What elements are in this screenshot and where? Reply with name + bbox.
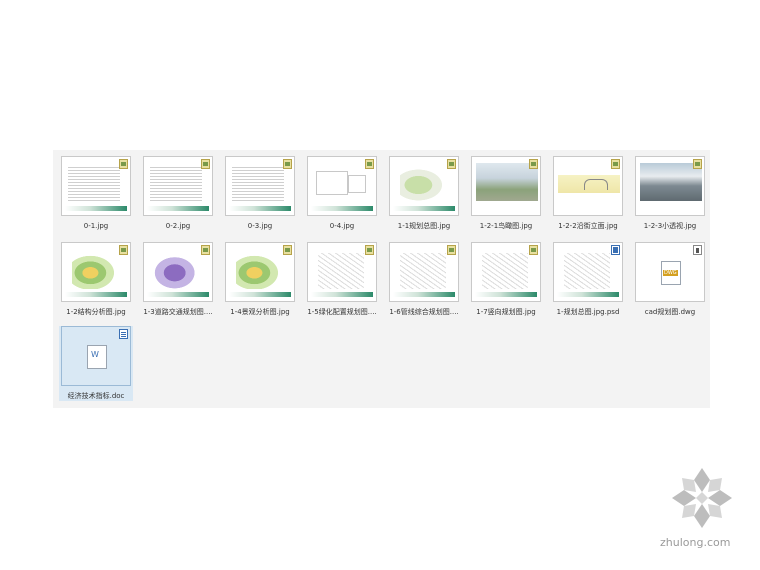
file-name-label: 经济技术指标.doc bbox=[67, 392, 125, 400]
file-thumbnail[interactable] bbox=[225, 156, 295, 216]
document-preview bbox=[232, 165, 284, 201]
footer-strip bbox=[311, 292, 373, 297]
file-name-label: 0-3.jpg bbox=[247, 222, 273, 230]
file-name-label: 1-1规划总图.jpg bbox=[397, 222, 451, 230]
file-item[interactable]: 1-4景观分析图.jpg bbox=[223, 242, 297, 317]
file-thumbnail[interactable] bbox=[471, 242, 541, 302]
file-thumbnail[interactable] bbox=[635, 242, 705, 302]
file-name-label: 1-4景观分析图.jpg bbox=[230, 308, 290, 316]
watermark-text: zhulong.com bbox=[660, 536, 731, 549]
image-type-icon bbox=[447, 245, 456, 255]
image-type-icon bbox=[201, 159, 210, 169]
file-item[interactable]: 1-2结构分析图.jpg bbox=[59, 242, 133, 317]
file-item[interactable]: 0-2.jpg bbox=[141, 156, 215, 231]
file-name-label: 0-4.jpg bbox=[329, 222, 355, 230]
document-preview bbox=[68, 165, 120, 201]
image-type-icon bbox=[119, 245, 128, 255]
footer-strip bbox=[229, 206, 291, 211]
file-item[interactable]: 1-7竖向规划图.jpg bbox=[469, 242, 543, 317]
footer-strip bbox=[65, 292, 127, 297]
footer-strip bbox=[147, 292, 209, 297]
file-item[interactable]: 1-2-2沿街立面.jpg bbox=[551, 156, 625, 231]
file-item[interactable]: 0-3.jpg bbox=[223, 156, 297, 231]
image-type-icon bbox=[365, 245, 374, 255]
site-plan-preview bbox=[400, 253, 446, 289]
file-thumbnail[interactable] bbox=[143, 156, 213, 216]
file-thumbnail[interactable] bbox=[471, 156, 541, 216]
footer-strip bbox=[557, 292, 619, 297]
file-thumbnail[interactable] bbox=[61, 156, 131, 216]
footer-strip bbox=[311, 206, 373, 211]
site-plan-preview bbox=[318, 253, 364, 289]
file-item[interactable]: 1-2-3小透视.jpg bbox=[633, 156, 707, 231]
file-explorer-pane[interactable]: 0-1.jpg 0-2.jpg 0-3.jpg 0-4.jpg 1-1规划总图.jpg 1… bbox=[53, 150, 710, 408]
file-thumbnail[interactable] bbox=[553, 242, 623, 302]
file-item[interactable]: 0-1.jpg bbox=[59, 156, 133, 231]
file-name-label: 0-1.jpg bbox=[83, 222, 109, 230]
file-name-label: 1-3道路交通规划图.... bbox=[143, 308, 213, 316]
file-name-label: 0-2.jpg bbox=[165, 222, 191, 230]
file-name-label: 1-7竖向规划图.jpg bbox=[476, 308, 536, 316]
file-item[interactable]: 1-3道路交通规划图.... bbox=[141, 242, 215, 317]
image-type-icon bbox=[529, 245, 538, 255]
site-plan-preview bbox=[400, 167, 446, 203]
site-plan-preview bbox=[482, 253, 528, 289]
file-name-label: 1-2-3小透视.jpg bbox=[643, 222, 697, 230]
file-name-label: 1-2-2沿街立面.jpg bbox=[558, 222, 618, 230]
file-item[interactable]: 经济技术指标.doc bbox=[59, 326, 133, 401]
file-name-label: 1-6管线综合规划图.... bbox=[389, 308, 459, 316]
file-thumbnail[interactable] bbox=[389, 156, 459, 216]
psd-type-icon bbox=[611, 245, 620, 255]
dwg-file-icon bbox=[661, 261, 681, 285]
file-item[interactable]: 1-规划总图.jpg.psd bbox=[551, 242, 625, 317]
file-name-label: 1-2结构分析图.jpg bbox=[66, 308, 126, 316]
word-document-icon bbox=[87, 345, 107, 369]
file-name-label: cad规划图.dwg bbox=[644, 308, 696, 316]
file-thumbnail[interactable] bbox=[143, 242, 213, 302]
footer-strip bbox=[393, 292, 455, 297]
file-item[interactable]: cad规划图.dwg bbox=[633, 242, 707, 317]
footer-strip bbox=[475, 292, 537, 297]
file-thumbnail[interactable] bbox=[225, 242, 295, 302]
image-type-icon bbox=[119, 159, 128, 169]
file-item[interactable]: 1-6管线综合规划图.... bbox=[387, 242, 461, 317]
file-thumbnail[interactable] bbox=[307, 156, 377, 216]
image-type-icon bbox=[693, 159, 702, 169]
site-plan-preview bbox=[564, 253, 610, 289]
image-type-icon bbox=[283, 159, 292, 169]
footer-strip bbox=[229, 292, 291, 297]
image-type-icon bbox=[201, 245, 210, 255]
image-type-icon bbox=[529, 159, 538, 169]
footer-strip bbox=[147, 206, 209, 211]
footer-strip bbox=[393, 206, 455, 211]
zhulong-logo-icon bbox=[672, 468, 732, 528]
image-type-icon bbox=[365, 159, 374, 169]
footer-strip bbox=[65, 206, 127, 211]
file-thumbnail[interactable] bbox=[61, 326, 131, 386]
file-item[interactable]: 1-5绿化配置规划图.... bbox=[305, 242, 379, 317]
file-thumbnail[interactable] bbox=[389, 242, 459, 302]
site-plan-preview bbox=[154, 253, 200, 289]
file-thumbnail[interactable] bbox=[553, 156, 623, 216]
file-name-label: 1-5绿化配置规划图.... bbox=[307, 308, 377, 316]
file-thumbnail[interactable] bbox=[61, 242, 131, 302]
file-name-label: 1-2-1鸟瞰图.jpg bbox=[479, 222, 533, 230]
file-thumbnail[interactable] bbox=[635, 156, 705, 216]
file-name-label: 1-规划总图.jpg.psd bbox=[556, 308, 620, 316]
file-thumbnail[interactable] bbox=[307, 242, 377, 302]
site-plan-preview bbox=[236, 253, 282, 289]
image-type-icon bbox=[611, 159, 620, 169]
document-preview bbox=[150, 165, 202, 201]
site-plan-preview bbox=[72, 253, 118, 289]
image-type-icon bbox=[447, 159, 456, 169]
cad-type-icon bbox=[693, 245, 702, 255]
image-type-icon bbox=[283, 245, 292, 255]
file-item[interactable]: 1-1规划总图.jpg bbox=[387, 156, 461, 231]
doc-type-icon bbox=[119, 329, 128, 339]
file-item[interactable]: 0-4.jpg bbox=[305, 156, 379, 231]
file-item[interactable]: 1-2-1鸟瞰图.jpg bbox=[469, 156, 543, 231]
sketch-preview bbox=[348, 175, 366, 193]
street-elevation-preview bbox=[558, 175, 620, 193]
sketch-preview bbox=[316, 171, 348, 195]
